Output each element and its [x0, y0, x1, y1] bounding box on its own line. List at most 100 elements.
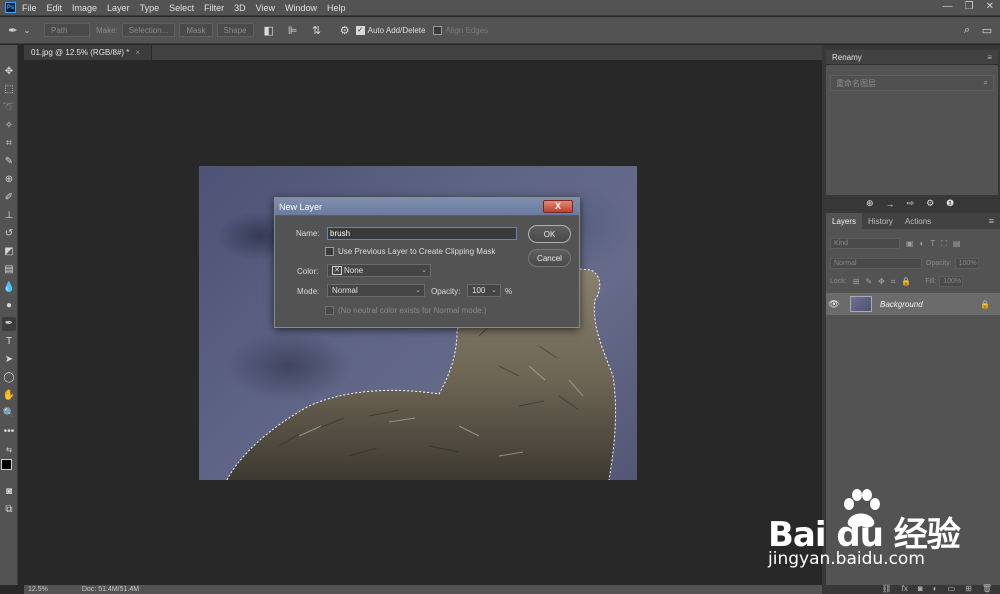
swap-colors-icon[interactable]: ⇆: [2, 443, 16, 457]
info-icon[interactable]: ❶: [946, 198, 954, 209]
dialog-close-button[interactable]: X: [543, 200, 573, 213]
search-icon[interactable]: ⌕: [960, 23, 974, 37]
filter-shape-icon[interactable]: ⛶: [941, 239, 947, 249]
filter-smart-icon[interactable]: ▤: [953, 239, 961, 248]
menu-help[interactable]: Help: [327, 3, 346, 13]
layer-name-input[interactable]: brush: [327, 227, 517, 240]
lock-move-icon[interactable]: ✥: [878, 277, 885, 286]
lock-all-icon[interactable]: 🔒: [901, 277, 911, 286]
eyedropper-icon[interactable]: ✎: [2, 155, 16, 169]
adjustment-layer-icon[interactable]: ◐: [933, 584, 938, 593]
layer-background[interactable]: 👁 Background 🔒: [826, 293, 1000, 315]
kind-filter-select[interactable]: Kind: [830, 238, 900, 249]
lasso-tool-icon[interactable]: ➰: [2, 101, 16, 115]
make-mask-button[interactable]: Mask: [179, 23, 213, 37]
renamy-plugin-icon[interactable]: ⊕: [866, 198, 874, 209]
dodge-tool-icon[interactable]: ●: [2, 299, 16, 313]
close-icon[interactable]: ×: [135, 48, 140, 57]
align-edges-checkbox[interactable]: [433, 25, 443, 35]
tab-history[interactable]: History: [862, 213, 899, 229]
path-arrangement-icon[interactable]: ⇅: [310, 23, 324, 37]
fill-input[interactable]: 100%: [939, 276, 964, 287]
menu-layer[interactable]: Layer: [107, 3, 130, 13]
document-tab[interactable]: 01.jpg @ 12.5% (RGB/8#) * ×: [24, 45, 152, 60]
history-brush-icon[interactable]: ↺: [2, 227, 16, 241]
blend-mode-select[interactable]: Normal: [830, 258, 922, 269]
eraser-icon[interactable]: ◩: [2, 245, 16, 259]
settings-icon[interactable]: ⚙: [926, 198, 934, 209]
menu-select[interactable]: Select: [169, 3, 194, 13]
new-group-icon[interactable]: ▭: [948, 584, 956, 593]
trash-icon[interactable]: 🗑: [982, 584, 992, 593]
type-tool-icon[interactable]: T: [2, 335, 16, 349]
mode-select[interactable]: Normal ⌄: [327, 284, 425, 297]
search-icon[interactable]: ⌕: [984, 78, 988, 88]
dialog-titlebar[interactable]: New Layer X: [275, 198, 579, 216]
panel-menu-icon[interactable]: ≡: [989, 216, 994, 226]
lock-brush-icon[interactable]: ✎: [865, 277, 872, 286]
make-shape-button[interactable]: Shape: [216, 23, 254, 37]
tab-layers[interactable]: Layers: [826, 213, 863, 229]
path-alignment-icon[interactable]: ⊫: [286, 23, 300, 37]
tab-actions[interactable]: Actions: [899, 213, 937, 229]
close-window-icon[interactable]: ✕: [986, 1, 994, 12]
zoom-level[interactable]: 12.5%: [28, 586, 48, 593]
pen-tool-icon[interactable]: ✒: [2, 317, 16, 331]
filter-adjust-icon[interactable]: ◐: [920, 239, 925, 248]
filter-type-icon[interactable]: T: [930, 239, 935, 248]
make-selection-button[interactable]: Selection...: [121, 23, 176, 37]
restore-icon[interactable]: ❐: [965, 1, 974, 12]
link-layers-icon[interactable]: ⛓: [882, 584, 892, 593]
clipping-mask-checkbox[interactable]: [325, 247, 334, 256]
ok-button[interactable]: OK: [528, 225, 571, 243]
quick-mask-icon[interactable]: ◙: [2, 485, 16, 499]
menu-type[interactable]: Type: [140, 3, 160, 13]
export-icon[interactable]: ⇨: [907, 198, 915, 209]
menu-edit[interactable]: Edit: [47, 3, 63, 13]
blur-tool-icon[interactable]: 💧: [2, 281, 16, 295]
workspace-icon[interactable]: ▭: [980, 23, 994, 37]
brush-tool-icon[interactable]: ✐: [2, 191, 16, 205]
menu-file[interactable]: File: [22, 3, 37, 13]
pen-tool-icon[interactable]: ✒: [6, 23, 20, 37]
neutral-fill-checkbox[interactable]: [325, 306, 334, 315]
screen-mode-icon[interactable]: ⧉: [2, 503, 16, 517]
move-tool-icon[interactable]: ✥: [2, 65, 16, 79]
chevron-down-icon[interactable]: ⌄: [20, 23, 34, 37]
cancel-button[interactable]: Cancel: [528, 249, 571, 267]
menu-3d[interactable]: 3D: [234, 3, 246, 13]
gradient-tool-icon[interactable]: ▤: [2, 263, 16, 277]
marquee-tool-icon[interactable]: ⬚: [2, 83, 16, 97]
add-mask-icon[interactable]: ◙: [918, 584, 923, 593]
renamy-search-input[interactable]: 重命名图层 ⌕: [830, 75, 994, 91]
layer-opacity-input[interactable]: 100%: [954, 258, 979, 269]
path-mode-select[interactable]: Path: [44, 23, 90, 37]
filter-image-icon[interactable]: ▣: [906, 239, 914, 248]
hand-tool-icon[interactable]: ✋: [2, 389, 16, 403]
path-operations-icon[interactable]: ◧: [262, 23, 276, 37]
magic-wand-icon[interactable]: ✧: [2, 119, 16, 133]
color-select[interactable]: ✕ None ⌄: [327, 264, 431, 277]
menu-view[interactable]: View: [256, 3, 275, 13]
lock-artboard-icon[interactable]: ⌗: [891, 277, 896, 287]
clone-stamp-icon[interactable]: ⊥: [2, 209, 16, 223]
arrow-right-icon[interactable]: →: [886, 199, 895, 209]
auto-add-delete-checkbox[interactable]: ✓: [355, 25, 365, 35]
new-layer-icon[interactable]: ⊞: [965, 584, 972, 593]
opacity-input[interactable]: 100 ⌄: [467, 284, 501, 297]
fx-icon[interactable]: fx: [902, 584, 908, 593]
lock-pixels-icon[interactable]: ⊞: [853, 277, 860, 286]
visibility-eye-icon[interactable]: 👁: [826, 299, 842, 310]
path-selection-icon[interactable]: ➤: [2, 353, 16, 367]
minimize-icon[interactable]: —: [943, 1, 953, 12]
more-tools-icon[interactable]: •••: [2, 425, 16, 439]
healing-brush-icon[interactable]: ⊕: [2, 173, 16, 187]
foreground-color-swatch[interactable]: [1, 459, 12, 470]
zoom-tool-icon[interactable]: 🔍: [2, 407, 16, 421]
gear-icon[interactable]: ⚙: [338, 23, 352, 37]
menu-window[interactable]: Window: [285, 3, 317, 13]
shape-tool-icon[interactable]: ◯: [2, 371, 16, 385]
crop-tool-icon[interactable]: ⌗: [2, 137, 16, 151]
panel-menu-icon[interactable]: ≡: [987, 53, 992, 62]
menu-filter[interactable]: Filter: [204, 3, 224, 13]
